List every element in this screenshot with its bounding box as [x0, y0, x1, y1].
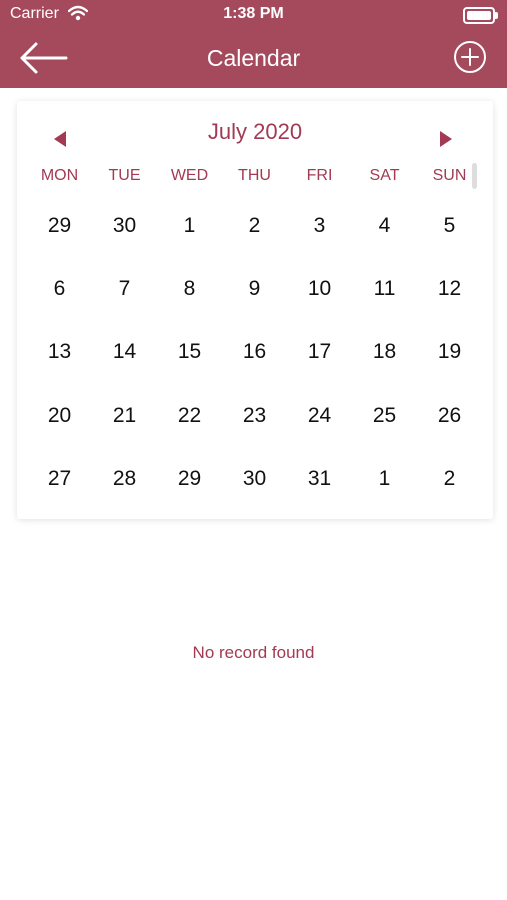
weekday-label: THU — [238, 167, 271, 184]
day-cell[interactable]: 14 — [92, 321, 157, 384]
status-bar: Carrier 1:38 PM — [0, 0, 507, 30]
day-cell[interactable]: 20 — [27, 384, 92, 447]
triangle-right-icon — [440, 131, 452, 147]
day-cell[interactable]: 2 — [222, 194, 287, 257]
day-cell[interactable]: 11 — [352, 257, 417, 320]
day-cell[interactable]: 13 — [27, 321, 92, 384]
day-cell[interactable]: 8 — [157, 257, 222, 320]
day-cell[interactable]: 7 — [92, 257, 157, 320]
day-cell[interactable]: 5 — [417, 194, 482, 257]
day-cell[interactable]: 18 — [352, 321, 417, 384]
day-cell[interactable]: 19 — [417, 321, 482, 384]
day-cell[interactable]: 17 — [287, 321, 352, 384]
scrollbar[interactable] — [472, 163, 477, 189]
status-time: 1:38 PM — [223, 5, 284, 22]
day-cell[interactable]: 3 — [287, 194, 352, 257]
weekday-label: TUE — [108, 167, 141, 184]
weekday-label: FRI — [306, 167, 333, 184]
day-cell[interactable]: 31 — [287, 448, 352, 511]
weekday-header: MON TUE WED THU FRI SAT SUN — [27, 167, 482, 187]
add-button[interactable] — [453, 40, 487, 74]
plus-circle-icon — [454, 41, 486, 73]
weekday-label: SAT — [369, 167, 400, 184]
empty-state-message: No record found — [192, 643, 315, 662]
day-cell[interactable]: 29 — [27, 194, 92, 257]
next-month-button[interactable] — [437, 129, 455, 149]
day-cell[interactable]: 23 — [222, 384, 287, 447]
day-cell[interactable]: 25 — [352, 384, 417, 447]
page-title: Calendar — [206, 45, 301, 71]
app-header: Carrier 1:38 PM Calendar — [0, 0, 507, 88]
day-cell[interactable]: 16 — [222, 321, 287, 384]
day-cell[interactable]: 21 — [92, 384, 157, 447]
day-cell[interactable]: 12 — [417, 257, 482, 320]
day-cell[interactable]: 9 — [222, 257, 287, 320]
weekday-label: MON — [40, 167, 79, 184]
day-cell[interactable]: 1 — [352, 448, 417, 511]
day-cell[interactable]: 29 — [157, 448, 222, 511]
day-cell[interactable]: 6 — [27, 257, 92, 320]
day-cell[interactable]: 1 — [157, 194, 222, 257]
day-cell[interactable]: 10 — [287, 257, 352, 320]
day-cell[interactable]: 24 — [287, 384, 352, 447]
day-cell[interactable]: 28 — [92, 448, 157, 511]
battery-icon — [463, 7, 498, 24]
day-cell[interactable]: 30 — [222, 448, 287, 511]
calendar-grid: 29 30 1 2 3 4 5 6 7 8 9 10 11 12 13 14 1… — [27, 194, 482, 511]
day-cell[interactable]: 27 — [27, 448, 92, 511]
day-cell[interactable]: 30 — [92, 194, 157, 257]
day-cell[interactable]: 15 — [157, 321, 222, 384]
day-cell[interactable]: 22 — [157, 384, 222, 447]
weekday-label: WED — [170, 167, 209, 184]
day-cell[interactable]: 2 — [417, 448, 482, 511]
day-cell[interactable]: 26 — [417, 384, 482, 447]
calendar-card: July 2020 MON TUE WED THU FRI SAT SUN 29… — [17, 101, 493, 519]
day-cell[interactable]: 4 — [352, 194, 417, 257]
month-title: July 2020 — [207, 119, 303, 144]
